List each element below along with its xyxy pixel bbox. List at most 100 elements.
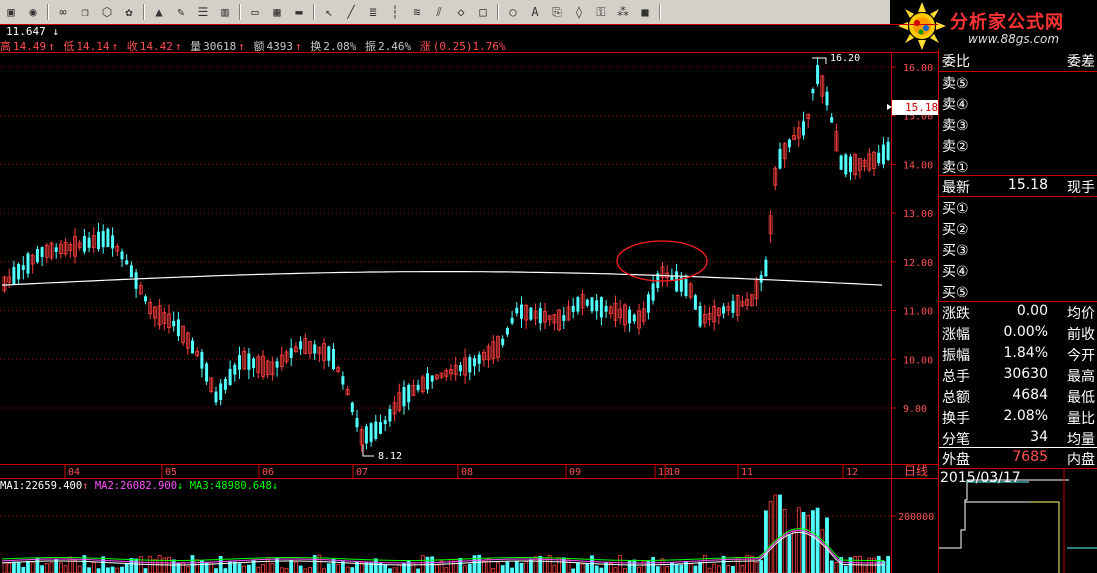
volume-bar [26,560,30,573]
candle-body-down [21,265,25,271]
volume-bar [514,561,519,573]
volume-bar [331,559,336,573]
volume-bar [599,567,604,573]
volume-bar [792,530,796,573]
top-value-readout: 11.647 ↓ [6,25,59,38]
candles [2,57,890,453]
volume-bar [496,562,500,573]
volume-bar [862,564,867,573]
ma2-arrow: ↓ [177,480,184,492]
month-label: 10 [668,467,680,478]
candle-body-down [134,272,138,289]
stat-value: 1.84% [1003,345,1048,361]
candle-body-down [369,423,373,442]
volume-bar [143,568,148,573]
buy5-row[interactable]: 买⑤ [939,281,1097,302]
volume-bar [796,507,801,573]
stat-label: 总额 [942,390,970,406]
amount-label: 额 [253,40,265,53]
sell4-label: 卖④ [942,97,969,113]
close-value: 14.42 [139,40,173,53]
candle-body-down [252,358,256,368]
buy1-row[interactable]: 买① [939,197,1097,218]
candle-body-down [416,384,420,391]
ma3-label: MA3:48980.648 [189,480,272,492]
amount-value: 4393 [266,40,294,53]
candle-body-down [759,274,763,283]
volume-bar [590,555,594,573]
volume-axis-label: 200000 [898,512,934,523]
volume-bar [303,568,308,573]
sell4-row[interactable]: 卖④ [939,93,1097,114]
volume-bar [63,565,68,573]
volume-bar [237,563,242,573]
candle-body-down [87,237,91,248]
commit-diff-label: 委差 [1067,54,1095,70]
buy4-row[interactable]: 买④ [939,260,1097,281]
volume-bar [787,534,792,573]
price-tick-label: 11.00 [903,307,933,318]
volume-bar [176,562,181,573]
volume-bar [214,568,218,573]
volume-bar [138,556,143,573]
volume-bar [44,562,49,573]
volume-bar [778,494,782,573]
candle-body-down [275,361,279,368]
candle-body-down [477,354,481,364]
candle-body-down [778,148,782,169]
commit-ratio-label: 委比 [942,54,970,70]
sell1-row[interactable]: 卖① [939,156,1097,177]
volume-bar [11,561,16,573]
volume-bar [524,561,529,573]
stat-right-label: 今开 [1067,348,1095,364]
candle-body-down [17,263,21,280]
logo-url: www.88gs.com [968,32,1060,46]
volume-bar [77,565,82,573]
volume-bar [580,563,585,573]
buy2-row[interactable]: 买② [939,218,1097,239]
volume-label: 量 [190,40,202,53]
volume-bar [350,567,355,573]
candle-body-down [101,231,105,248]
candle-body-down [238,355,241,370]
volume-bar [308,567,312,573]
volume-bar [195,559,200,573]
volume-bar [383,564,388,573]
volume-bar [444,567,449,573]
ma1-arrow: ↑ [82,480,89,492]
volume-bar [458,557,463,573]
moving-average-line [1,271,883,286]
stat-right-label: 最高 [1067,369,1095,385]
stat-row: 总手 30630 最高 [939,365,1097,386]
candle-body-down [684,279,688,296]
high-label: 高 [0,40,11,53]
volume-bar [218,555,223,573]
current-price-label: 15.18 [905,101,938,114]
candle-body-down [802,121,805,136]
outer-inner-row: 外盘 7685 内盘 [939,448,1097,469]
volume-bar [73,559,77,573]
buy2-label: 买② [942,222,969,238]
sell2-row[interactable]: 卖② [939,135,1097,156]
sell5-row[interactable]: 卖⑤ [939,72,1097,93]
volume-bar [491,567,496,573]
sell3-row[interactable]: 卖③ [939,114,1097,135]
volume-bar [16,561,21,573]
volume-bar [693,565,698,573]
volume-bar [59,562,63,573]
volume-bar [773,494,778,573]
volume-bar [439,560,444,573]
candle-body-down [520,304,523,319]
latest-value: 15.18 [1007,177,1048,193]
low-label: 低 [63,40,75,53]
candle-body-down [811,89,815,94]
volume-bar [157,555,162,573]
outer-value: 7685 [1012,449,1048,465]
volume-bar [232,561,237,573]
volume-bar [843,565,848,573]
period-label: 日线 [904,464,928,478]
ma2-label: MA2:26082.900 [94,480,178,492]
quote-info-bar: 高 14.49 ↑ 低 14.14 ↑ 收 14.42 ↑ 量 30618 ↑ 额 4393 ↑ 换… [0,38,890,53]
volume-bar [717,565,721,573]
buy3-row[interactable]: 买③ [939,239,1097,260]
